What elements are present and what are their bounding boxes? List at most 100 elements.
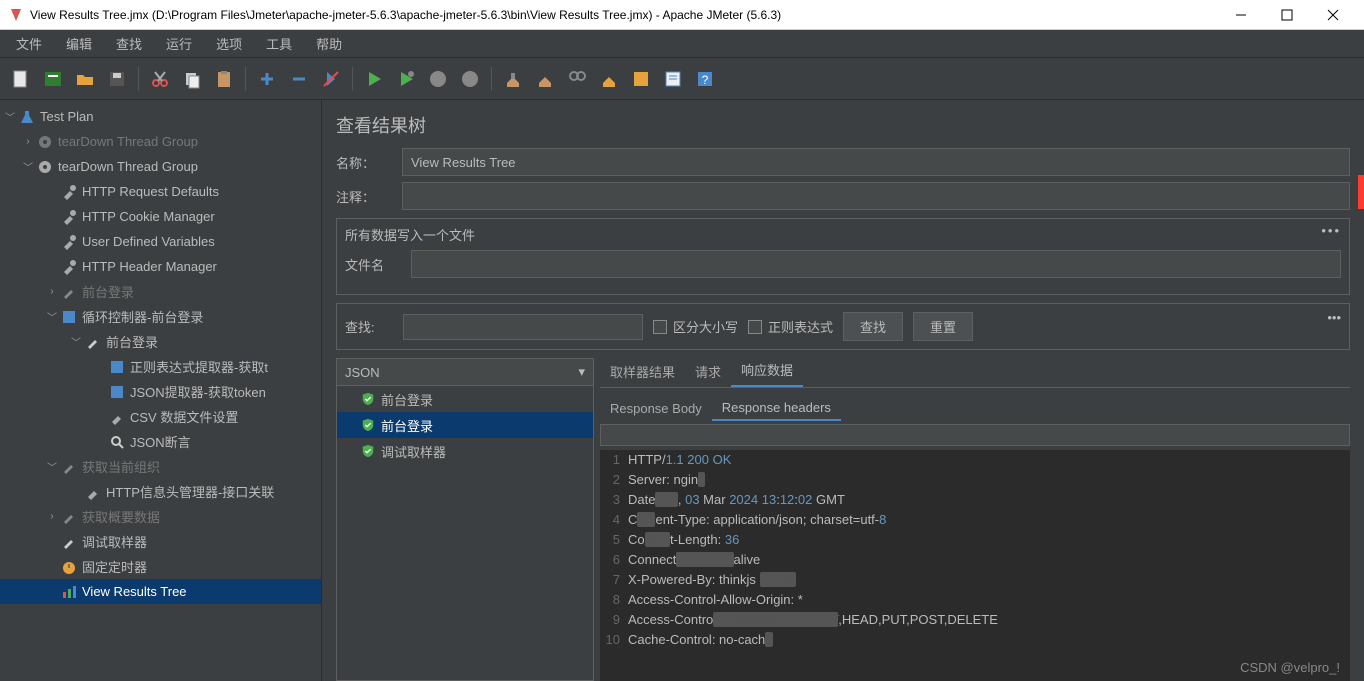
- code-content: Access-Control-Allow-Methods: GET,HEAD,P…: [628, 612, 1350, 632]
- paste-icon[interactable]: [209, 64, 239, 94]
- separator: [138, 67, 139, 91]
- menu-run[interactable]: 运行: [154, 30, 204, 57]
- response-search-input[interactable]: [600, 424, 1350, 446]
- menu-file[interactable]: 文件: [4, 30, 54, 57]
- code-content: Access-Control-Allow-Origin: *: [628, 592, 1350, 612]
- dropper-icon: [84, 333, 102, 351]
- close-button[interactable]: [1310, 0, 1356, 30]
- expand-icon[interactable]: [252, 64, 282, 94]
- open-icon[interactable]: [70, 64, 100, 94]
- shutdown-icon[interactable]: [455, 64, 485, 94]
- regex-checkbox[interactable]: 正则表达式: [748, 317, 833, 336]
- sample-tree[interactable]: 前台登录 前台登录 调试取样器: [336, 386, 594, 681]
- filename-input[interactable]: [411, 250, 1341, 278]
- code-line: 8Access-Control-Allow-Origin: *: [600, 592, 1350, 612]
- tree-item[interactable]: ﹀ 循环控制器-前台登录: [0, 304, 321, 329]
- templates2-icon[interactable]: [658, 64, 688, 94]
- tree-item[interactable]: › tearDown Thread Group: [0, 129, 321, 154]
- new-icon[interactable]: [6, 64, 36, 94]
- wrench-icon: [60, 183, 78, 201]
- sample-row[interactable]: 前台登录: [337, 386, 593, 412]
- copy-icon[interactable]: [177, 64, 207, 94]
- cut-icon[interactable]: [145, 64, 175, 94]
- tree-item[interactable]: ﹀获取当前组织: [0, 454, 321, 479]
- chevron-down-icon[interactable]: ﹀: [44, 309, 60, 324]
- case-checkbox[interactable]: 区分大小写: [653, 317, 738, 336]
- tree-item[interactable]: JSON断言: [0, 429, 321, 454]
- code-content: Date: Fri, 03 Mar 2024 13:12:02 GMT: [628, 492, 1350, 512]
- tree-item[interactable]: ﹀ tearDown Thread Group: [0, 154, 321, 179]
- gear-icon: [36, 133, 54, 151]
- save-icon[interactable]: [102, 64, 132, 94]
- clear-icon[interactable]: [498, 64, 528, 94]
- name-input[interactable]: [402, 148, 1350, 176]
- tree-label: 循环控制器-前台登录: [82, 307, 203, 326]
- filename-label: 文件名: [345, 255, 401, 274]
- chevron-down-icon[interactable]: ﹀: [44, 459, 60, 474]
- response-headers-code[interactable]: 1HTTP/1.1 200 OK2Server: nginx3Date: Fri…: [600, 450, 1350, 681]
- menu-search[interactable]: 查找: [104, 30, 154, 57]
- tab-sampler-result[interactable]: 取样器结果: [600, 358, 685, 387]
- chevron-right-icon[interactable]: ›: [20, 136, 36, 147]
- help-icon[interactable]: ?: [690, 64, 720, 94]
- tree-item[interactable]: ﹀前台登录: [0, 329, 321, 354]
- tree-item[interactable]: 正则表达式提取器-获取t: [0, 354, 321, 379]
- sample-row-selected[interactable]: 前台登录: [337, 412, 593, 438]
- code-content: Server: nginx: [628, 472, 1350, 492]
- chevron-down-icon[interactable]: ﹀: [68, 334, 84, 349]
- menu-edit[interactable]: 编辑: [54, 30, 104, 57]
- search-icon[interactable]: [562, 64, 592, 94]
- wrench-icon: [60, 208, 78, 226]
- search-input[interactable]: [403, 314, 643, 340]
- renderer-combo[interactable]: JSON ▾: [336, 358, 594, 386]
- more-icon[interactable]: •••: [1327, 310, 1341, 325]
- clear-all-icon[interactable]: [530, 64, 560, 94]
- window-title: View Results Tree.jmx (D:\Program Files\…: [30, 8, 1218, 22]
- tree-item[interactable]: 调试取样器: [0, 529, 321, 554]
- start-no-pause-icon[interactable]: [391, 64, 421, 94]
- comment-input[interactable]: [402, 182, 1350, 210]
- sample-row[interactable]: 调试取样器: [337, 438, 593, 464]
- code-line: 10Cache-Control: no-cache: [600, 632, 1350, 652]
- subtab-response-headers[interactable]: Response headers: [712, 396, 841, 421]
- toggle-icon[interactable]: [316, 64, 346, 94]
- tab-response-data[interactable]: 响应数据: [731, 358, 803, 387]
- reset-button[interactable]: 重置: [913, 312, 973, 341]
- menu-tools[interactable]: 工具: [254, 30, 304, 57]
- tab-request[interactable]: 请求: [685, 358, 731, 387]
- tree-item[interactable]: HTTP Request Defaults: [0, 179, 321, 204]
- more-icon[interactable]: •••: [1321, 223, 1341, 238]
- tree-item-selected[interactable]: View Results Tree: [0, 579, 321, 604]
- function-helper-icon[interactable]: [626, 64, 656, 94]
- search-button[interactable]: 查找: [843, 312, 903, 341]
- test-plan-tree[interactable]: ﹀ Test Plan › tearDown Thread Group ﹀ te…: [0, 100, 322, 681]
- templates-icon[interactable]: [38, 64, 68, 94]
- tree-item[interactable]: ›前台登录: [0, 279, 321, 304]
- tree-item[interactable]: HTTP Cookie Manager: [0, 204, 321, 229]
- collapse-icon[interactable]: [284, 64, 314, 94]
- chevron-right-icon[interactable]: ›: [44, 511, 60, 522]
- error-strip: [1358, 175, 1364, 209]
- tree-label: CSV 数据文件设置: [130, 407, 238, 426]
- tree-item[interactable]: JSON提取器-获取token: [0, 379, 321, 404]
- tree-item[interactable]: CSV 数据文件设置: [0, 404, 321, 429]
- stop-icon[interactable]: [423, 64, 453, 94]
- menu-help[interactable]: 帮助: [304, 30, 354, 57]
- tree-item[interactable]: HTTP信息头管理器-接口关联: [0, 479, 321, 504]
- tree-root[interactable]: ﹀ Test Plan: [0, 104, 321, 129]
- chevron-down-icon[interactable]: ﹀: [20, 159, 36, 174]
- tree-item[interactable]: ›获取概要数据: [0, 504, 321, 529]
- chevron-right-icon[interactable]: ›: [44, 286, 60, 297]
- tree-item[interactable]: User Defined Variables: [0, 229, 321, 254]
- magnifier-icon: [108, 433, 126, 451]
- tree-label: View Results Tree: [82, 584, 187, 599]
- tree-item[interactable]: 固定定时器: [0, 554, 321, 579]
- tree-item[interactable]: HTTP Header Manager: [0, 254, 321, 279]
- subtab-response-body[interactable]: Response Body: [600, 397, 712, 420]
- reset-search-icon[interactable]: [594, 64, 624, 94]
- start-icon[interactable]: [359, 64, 389, 94]
- menu-options[interactable]: 选项: [204, 30, 254, 57]
- maximize-button[interactable]: [1264, 0, 1310, 30]
- minimize-button[interactable]: [1218, 0, 1264, 30]
- chevron-down-icon[interactable]: ﹀: [2, 109, 18, 124]
